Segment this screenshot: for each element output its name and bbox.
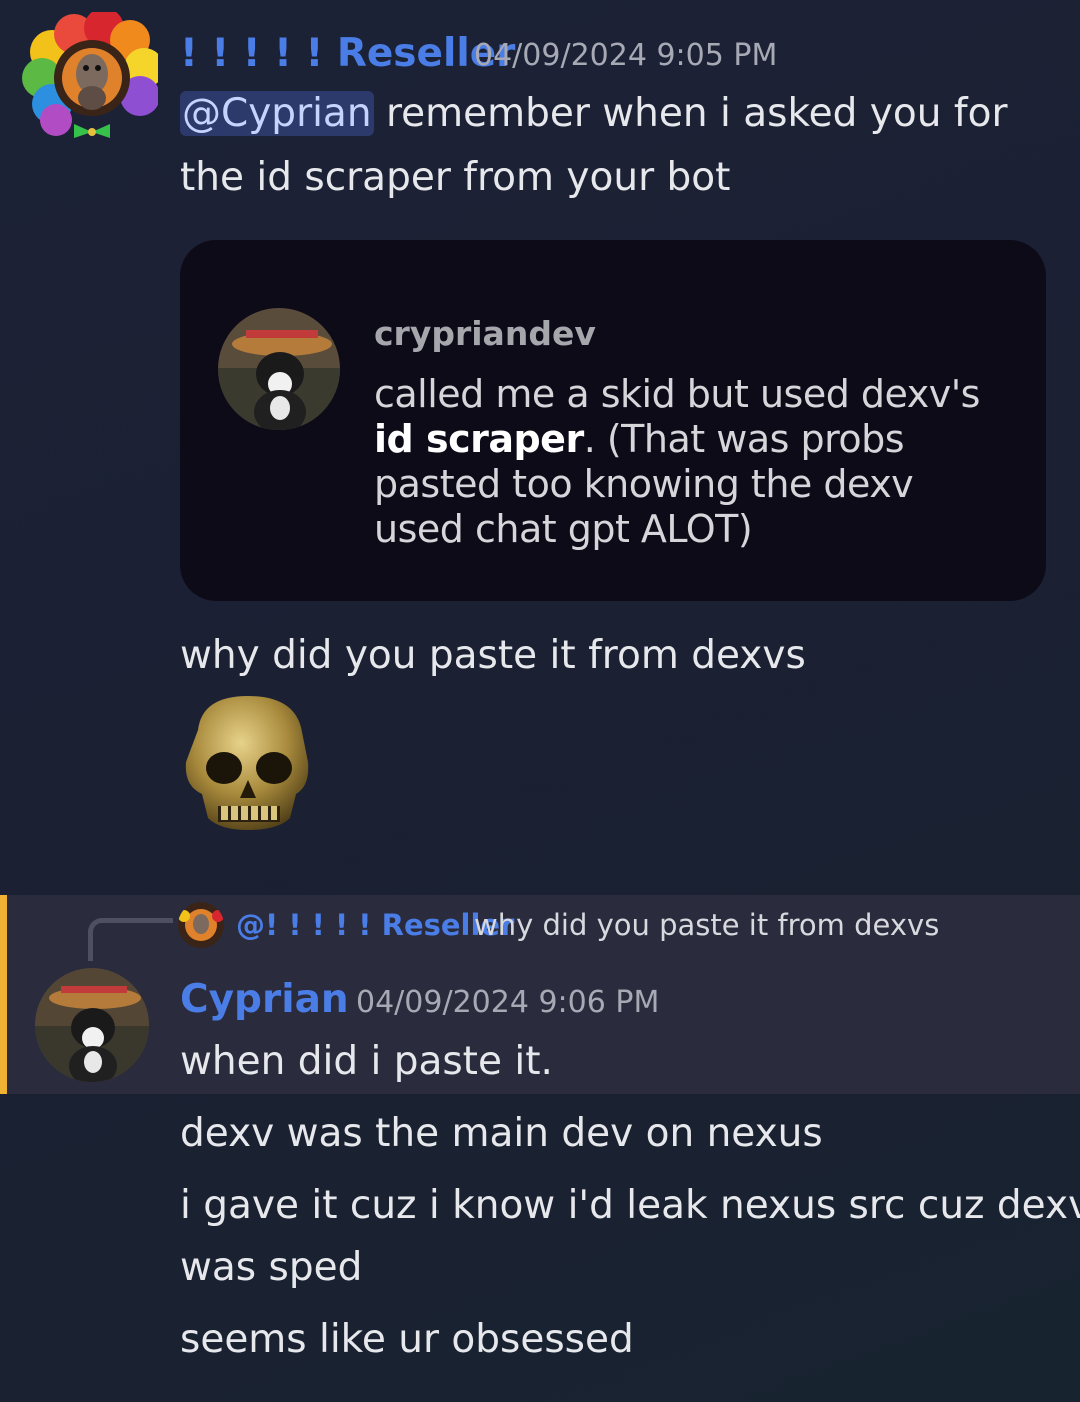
message-text: remember when i asked you for bbox=[373, 91, 1008, 136]
message-line: i gave it cuz i know i'd leak nexus src … bbox=[180, 1183, 1080, 1228]
message-line: the id scraper from your bot bbox=[180, 155, 731, 200]
message-timestamp: 04/09/2024 9:05 PM bbox=[474, 38, 778, 73]
reply-avatar bbox=[178, 902, 224, 948]
message-line: was sped bbox=[180, 1245, 363, 1290]
message-line: when did i paste it. bbox=[180, 1039, 553, 1084]
user-mention[interactable]: @Cyprian bbox=[180, 91, 374, 136]
user-avatar-reseller[interactable] bbox=[22, 8, 164, 138]
embed-avatar bbox=[218, 308, 340, 430]
reply-preview-text[interactable]: why did you paste it from dexvs bbox=[474, 906, 939, 944]
message-line: dexv was the main dev on nexus bbox=[180, 1111, 823, 1156]
username-reseller[interactable]: ! ! ! ! ! Reseller bbox=[180, 28, 515, 80]
reply-mention[interactable]: @! ! ! ! ! Reseller bbox=[236, 906, 514, 944]
message-line: why did you paste it from dexvs bbox=[180, 633, 806, 678]
embed-text-bold: id scraper bbox=[374, 417, 584, 461]
message-timestamp: 04/09/2024 9:06 PM bbox=[356, 985, 660, 1020]
username-cyprian[interactable]: Cyprian bbox=[180, 974, 349, 1026]
embed-text: called me a skid but used dexv's id scra… bbox=[374, 372, 994, 552]
mention-highlight-bar bbox=[0, 895, 7, 1094]
embed-author: crypriandev bbox=[374, 314, 596, 353]
message-line: seems like ur obsessed bbox=[180, 1317, 634, 1362]
user-avatar-cyprian[interactable] bbox=[35, 968, 149, 1082]
message-line: @Cyprian remember when i asked you for bbox=[180, 82, 1007, 146]
skull-emoji-icon[interactable] bbox=[178, 690, 318, 834]
reply-connector-line bbox=[88, 918, 173, 961]
embed-text-part: called me a skid but used dexv's bbox=[374, 372, 980, 416]
